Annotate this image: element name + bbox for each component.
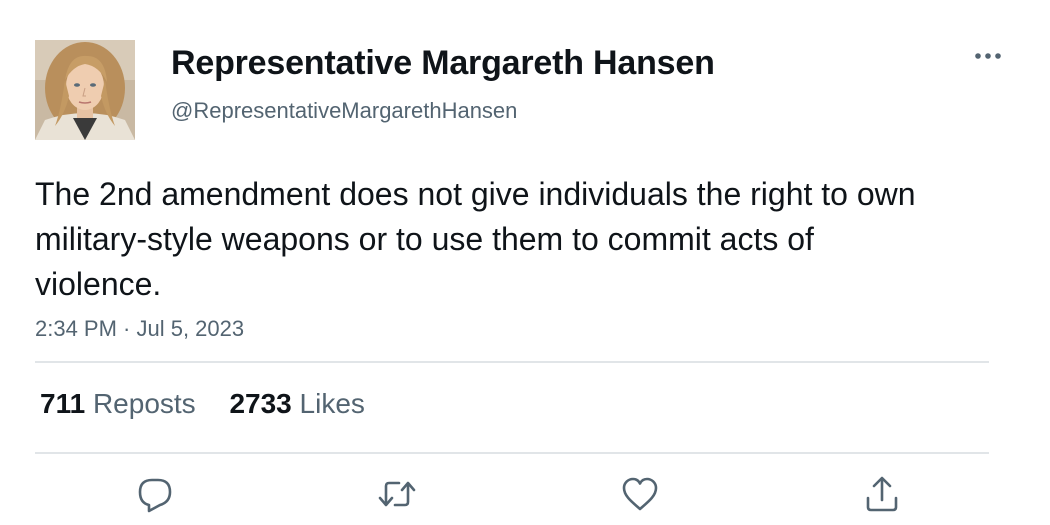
reposts-stat[interactable]: 711 Reposts [40, 388, 196, 419]
tweet-text: The 2nd amendment does not give individu… [35, 176, 916, 302]
repost-icon [378, 481, 416, 507]
like-icon [622, 477, 658, 511]
reposts-count: 711 [40, 388, 86, 419]
more-options-icon[interactable] [970, 48, 1006, 68]
share-button[interactable] [862, 474, 902, 514]
reposts-label: Reposts [92, 388, 196, 419]
divider [35, 452, 989, 454]
author-handle[interactable]: @RepresentativeMargarethHansen [171, 98, 517, 124]
tweet-timestamp[interactable]: 2:34 PM · Jul 5, 2023 [35, 316, 244, 342]
engagement-stats: 711 Reposts 2733 Likes [40, 388, 391, 420]
author-display-name[interactable]: Representative Margareth Hansen [171, 44, 715, 83]
avatar[interactable] [35, 40, 135, 140]
like-button[interactable] [620, 474, 660, 514]
avatar-image [35, 40, 135, 140]
reply-icon [138, 478, 172, 513]
likes-stat[interactable]: 2733 Likes [229, 388, 364, 419]
likes-count: 2733 [229, 388, 292, 419]
divider [35, 361, 989, 363]
likes-label: Likes [299, 388, 365, 419]
repost-button[interactable] [377, 474, 417, 514]
reply-button[interactable] [135, 474, 175, 514]
share-icon [866, 476, 898, 512]
